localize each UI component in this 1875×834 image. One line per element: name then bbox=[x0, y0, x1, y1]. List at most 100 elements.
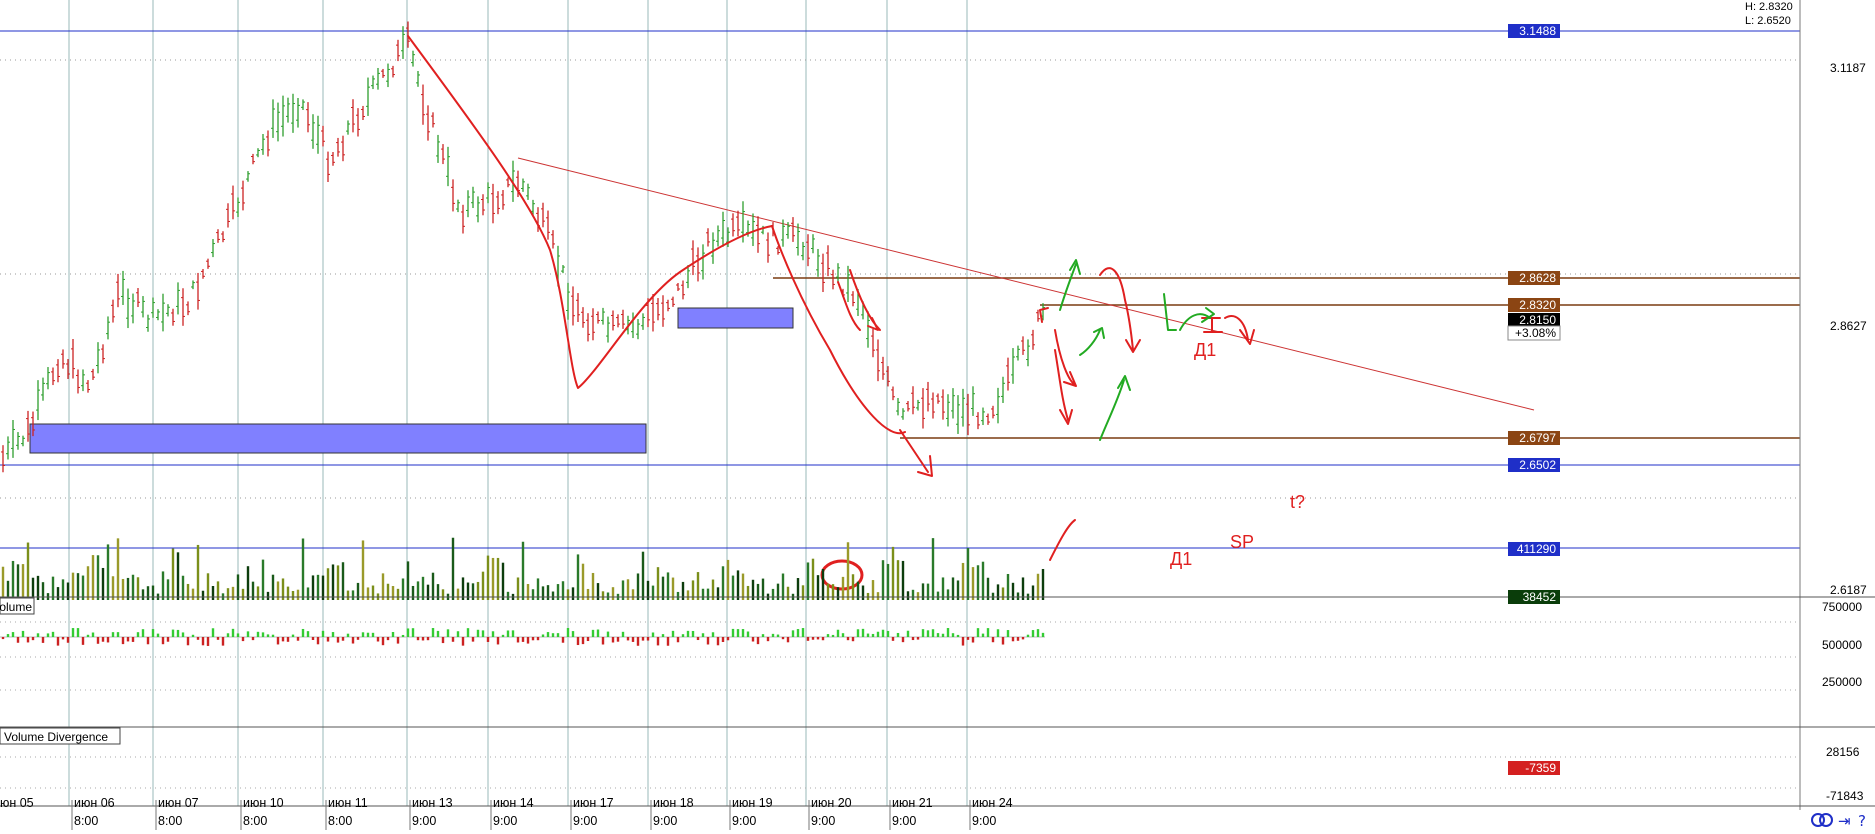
volume-bar bbox=[601, 591, 605, 600]
divergence-bar bbox=[556, 633, 560, 637]
volume-bar bbox=[641, 551, 645, 600]
volume-bar bbox=[91, 555, 95, 600]
date-label: июн 24 bbox=[972, 796, 1013, 810]
arrow-up bbox=[1079, 327, 1105, 356]
divergence-bar bbox=[926, 630, 930, 637]
time-label: 8:00 bbox=[158, 814, 182, 828]
divergence-bar bbox=[41, 637, 45, 643]
divergence-bar bbox=[831, 634, 835, 637]
divergence-bar bbox=[31, 637, 35, 641]
volume-bar bbox=[336, 565, 340, 600]
time-label: 9:00 bbox=[811, 814, 835, 828]
divergence-bar bbox=[516, 637, 520, 643]
divergence-bar bbox=[136, 632, 140, 637]
jump-end-icon[interactable]: ⇥ bbox=[1838, 812, 1851, 830]
volume-bar bbox=[436, 584, 440, 600]
divergence-bar bbox=[466, 628, 470, 637]
divergence-bar bbox=[51, 631, 55, 637]
volume-bar bbox=[371, 585, 375, 600]
divergence-bar bbox=[256, 631, 260, 637]
divergence-bar bbox=[266, 634, 270, 637]
divergence-bar bbox=[886, 630, 890, 637]
volume-bar bbox=[391, 586, 395, 600]
link-icon[interactable] bbox=[1811, 813, 1833, 827]
trading-chart[interactable]: H: 2.8320 L: 2.6520 Volume Volume Diverg… bbox=[0, 0, 1875, 834]
divergence-bar bbox=[966, 637, 970, 640]
divergence-bar bbox=[341, 637, 345, 641]
volume-bar bbox=[726, 559, 730, 600]
divergence-bar bbox=[386, 637, 390, 641]
date-label: июн 06 bbox=[74, 796, 115, 810]
volume-bar bbox=[381, 573, 385, 600]
divergence-panel-label: Volume Divergence bbox=[4, 730, 108, 744]
help-icon[interactable]: ? bbox=[1858, 812, 1866, 830]
divergence-bar bbox=[471, 637, 475, 642]
divergence-bar bbox=[351, 637, 355, 644]
divergence-bar bbox=[1016, 637, 1020, 641]
volume-bar bbox=[451, 537, 455, 600]
divergence-bar bbox=[296, 637, 300, 641]
volume-bar bbox=[266, 591, 270, 600]
divergence-bar bbox=[696, 637, 700, 641]
volume-bar bbox=[491, 557, 495, 600]
date-label: июн 10 bbox=[243, 796, 284, 810]
divergence-bar bbox=[331, 632, 335, 637]
volume-bar bbox=[1016, 592, 1020, 600]
volume-bar bbox=[321, 575, 325, 600]
annotation-question: t? bbox=[1290, 492, 1305, 512]
volume-bar bbox=[666, 572, 670, 600]
volume-bar bbox=[916, 592, 920, 600]
volume-bar bbox=[241, 588, 245, 600]
volume-bar bbox=[81, 575, 85, 600]
divergence-bar bbox=[361, 632, 365, 637]
volume-bar bbox=[1036, 573, 1040, 600]
volume-bar bbox=[361, 540, 365, 600]
divergence-bars bbox=[0, 628, 1045, 646]
divergence-bar bbox=[251, 637, 255, 641]
divergence-bar bbox=[611, 637, 615, 643]
divergence-bar bbox=[366, 632, 370, 637]
divergence-bar bbox=[866, 633, 870, 637]
volume-bar bbox=[1001, 587, 1005, 600]
volume-bar bbox=[976, 565, 980, 600]
volume-bar bbox=[36, 575, 40, 600]
stroke bbox=[1049, 519, 1076, 561]
divergence-bar bbox=[746, 631, 750, 637]
volume-bar bbox=[721, 566, 725, 600]
volume-bar bbox=[811, 558, 815, 600]
divergence-bar bbox=[561, 637, 565, 643]
divergence-bar bbox=[86, 634, 90, 637]
volume-bar bbox=[566, 589, 570, 600]
grid-lines bbox=[0, 0, 1800, 806]
divergence-bar bbox=[721, 637, 725, 643]
divergence-bar bbox=[186, 637, 190, 646]
divergence-bar bbox=[216, 637, 220, 640]
divergence-bar bbox=[686, 630, 690, 637]
volume-bar bbox=[526, 584, 530, 600]
divergence-bar bbox=[126, 637, 130, 642]
divergence-bar bbox=[316, 637, 320, 645]
volume-marker-label: 411290 bbox=[1517, 542, 1556, 556]
price-tick: 2.6187 bbox=[1830, 583, 1867, 597]
volume-bar bbox=[426, 584, 430, 600]
divergence-bar bbox=[486, 637, 490, 642]
divergence-bar bbox=[656, 637, 660, 646]
price-marker-label: 2.8150 bbox=[1519, 313, 1556, 327]
volume-bar bbox=[366, 587, 370, 600]
divergence-bar bbox=[946, 628, 950, 637]
high-label: H: 2.8320 bbox=[1745, 1, 1793, 13]
divergence-bar bbox=[1036, 629, 1040, 637]
volume-bar bbox=[56, 587, 60, 600]
volume-bar bbox=[746, 585, 750, 600]
volume-bar bbox=[236, 574, 240, 600]
price-bars bbox=[1, 21, 1045, 473]
volume-bar bbox=[246, 566, 250, 600]
volume-bar bbox=[286, 586, 290, 600]
divergence-bar bbox=[261, 632, 265, 637]
divergence-bar bbox=[141, 629, 145, 637]
volume-bar bbox=[996, 584, 1000, 600]
price-marker-label: 2.8320 bbox=[1519, 298, 1556, 312]
divergence-bar bbox=[661, 634, 665, 637]
time-label: 9:00 bbox=[732, 814, 756, 828]
divergence-bar bbox=[46, 633, 50, 637]
